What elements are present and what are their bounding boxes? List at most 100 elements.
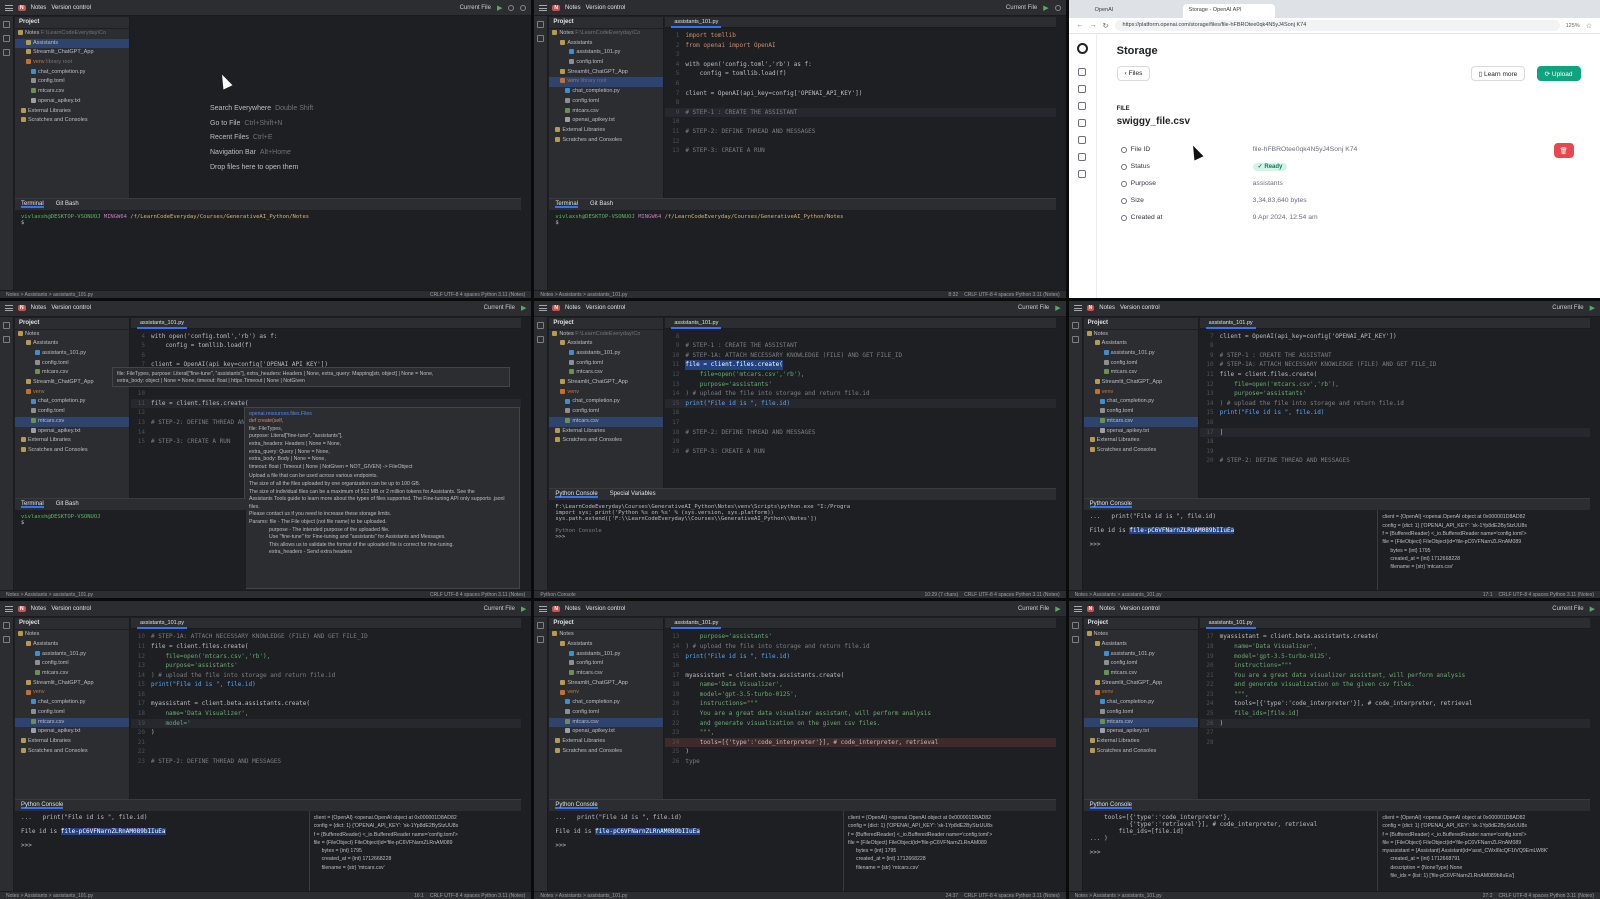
code-editor[interactable]: assistants_101.py 1 import tomllib 2 from … (665, 17, 1056, 198)
tree-config-2[interactable]: config.toml (549, 407, 663, 417)
tree-root[interactable]: Notes (1084, 330, 1198, 340)
tree-mtcars[interactable]: mtcars.csv (549, 107, 663, 117)
commit-icon[interactable] (3, 35, 10, 42)
assistants-icon[interactable] (1078, 85, 1087, 93)
variables-view[interactable]: client = {OpenAI} <openai.OpenAI object … (1377, 810, 1590, 892)
console-output[interactable]: ... print("File id is ", file.id) File i… (549, 811, 843, 892)
gitbash-tab[interactable]: Git Bash (590, 201, 613, 208)
openai-logo-icon[interactable] (1076, 43, 1088, 54)
run-config[interactable]: Current File (484, 305, 515, 311)
browser-tab-openai[interactable]: OpenAI (1088, 4, 1181, 18)
tree-assistants-file[interactable]: assistants_101.py (549, 650, 663, 660)
project-selector[interactable]: Notes (565, 305, 581, 311)
main-menu-icon[interactable] (539, 4, 548, 11)
vcs-selector[interactable]: Version control (586, 606, 626, 612)
tree-chat[interactable]: chat_completion.py (549, 397, 663, 407)
run-icon[interactable]: ▶ (521, 304, 526, 312)
usage-icon[interactable] (1078, 153, 1087, 161)
tree-mtcars-2[interactable]: mtcars.csv (15, 717, 129, 728)
run-config[interactable]: Current File (1018, 305, 1049, 311)
tree-apikey[interactable]: openai_apikey.txt (1084, 427, 1198, 437)
project-header[interactable]: Project (15, 618, 129, 631)
commit-icon[interactable] (537, 35, 545, 42)
vcs-selector[interactable]: Version control (586, 305, 626, 311)
vcs-selector[interactable]: Version control (1120, 606, 1160, 612)
run-config[interactable]: Current File (1018, 606, 1049, 612)
vcs-selector[interactable]: Version control (1120, 305, 1160, 311)
editor-tab[interactable]: assistants_101.py (671, 319, 722, 329)
tree-ext[interactable]: External Libraries (15, 107, 129, 117)
tree-ext[interactable]: External Libraries (549, 427, 663, 437)
tree-streamlit[interactable]: Streamlit_ChatGPT_App (1084, 378, 1198, 388)
tree-apikey[interactable]: openai_apikey.txt (15, 97, 129, 107)
tree-root[interactable]: Notes (549, 630, 663, 640)
gitbash-tab[interactable]: Git Bash (56, 501, 79, 508)
python-console-tab[interactable]: Python Console (1089, 802, 1133, 809)
python-console-tab[interactable]: Python Console (21, 802, 64, 809)
run-config[interactable]: Current File (1006, 5, 1037, 11)
tree-mtcars-2[interactable]: mtcars.csv (549, 717, 664, 728)
tree-config[interactable]: config.toml (15, 659, 129, 669)
project-selector[interactable]: Notes (31, 305, 47, 311)
documentation-popup[interactable]: openai.resources.files.Files def create(… (244, 406, 520, 589)
tree-venv[interactable]: venv (1084, 388, 1198, 398)
terminal-tab[interactable]: Terminal (555, 201, 579, 208)
tree-streamlit[interactable]: Streamlit_ChatGPT_App (15, 679, 129, 689)
learn-more-button[interactable]: ▯ Learn more (1470, 66, 1526, 81)
forward-icon[interactable]: → (1090, 22, 1097, 29)
tree-root[interactable]: Notes (15, 630, 129, 640)
tree-venv[interactable]: venv library root (15, 58, 129, 68)
terminal-output[interactable]: vivlaxsh@DESKTOP-VSONUOJ MINGW64 /f/Lear… (549, 210, 1055, 230)
tree-scratch[interactable]: Scratches and Consoles (549, 436, 663, 446)
tree-venv[interactable]: venv (15, 688, 129, 698)
tree-mtcars[interactable]: mtcars.csv (1084, 669, 1198, 679)
tree-scratch[interactable]: Scratches and Consoles (15, 116, 129, 126)
tree-assistants[interactable]: Assistants (1084, 640, 1198, 650)
variables-view[interactable]: client = {OpenAI} <openai.OpenAI object … (308, 810, 522, 892)
playground-icon[interactable] (1078, 68, 1087, 76)
main-menu-icon[interactable] (539, 605, 548, 612)
tree-config[interactable]: config.toml (1084, 359, 1198, 369)
tree-assistants-file[interactable]: assistants_101.py (549, 48, 663, 58)
run-icon[interactable]: ▶ (1043, 4, 1048, 12)
tree-ext[interactable]: External Libraries (549, 126, 663, 136)
tree-assistants-file[interactable]: assistants_101.py (1084, 650, 1198, 660)
vcs-selector[interactable]: Version control (51, 606, 91, 612)
run-config[interactable]: Current File (1552, 305, 1583, 311)
tree-streamlit[interactable]: Streamlit_ChatGPT_App (1084, 679, 1198, 689)
editor-tab[interactable]: assistants_101.py (1205, 620, 1256, 630)
run-config[interactable]: Current File (460, 5, 491, 11)
editor-tab[interactable]: assistants_101.py (137, 620, 188, 630)
python-console-tab[interactable]: Python Console (555, 491, 598, 499)
tree-mtcars[interactable]: mtcars.csv (549, 669, 663, 679)
settings-icon[interactable] (520, 4, 527, 11)
editor-tab[interactable]: assistants_101.py (671, 620, 722, 630)
tree-ext[interactable]: External Libraries (1084, 737, 1198, 747)
commit-icon[interactable] (537, 636, 545, 644)
main-menu-icon[interactable] (5, 305, 13, 312)
tree-apikey[interactable]: openai_apikey.txt (549, 727, 663, 737)
project-header[interactable]: Project (1083, 318, 1198, 330)
tree-config[interactable]: config.toml (549, 359, 663, 369)
tree-root[interactable]: Notes (15, 330, 129, 340)
vcs-selector[interactable]: Version control (51, 305, 91, 311)
tree-assistants[interactable]: Assistants (549, 640, 663, 650)
run-icon[interactable]: ▶ (1055, 605, 1060, 613)
back-icon[interactable]: ← (1077, 22, 1084, 29)
tree-config-2[interactable]: config.toml (15, 407, 129, 417)
project-selector[interactable]: Notes (565, 5, 581, 11)
gitbash-tab[interactable]: Git Bash (56, 201, 79, 208)
tree-mtcars[interactable]: mtcars.csv (1084, 368, 1198, 378)
commit-icon[interactable] (3, 335, 10, 343)
folder-icon[interactable] (1071, 321, 1079, 329)
settings-icon[interactable] (1078, 170, 1087, 178)
editor-tab[interactable]: assistants_101.py (137, 319, 188, 329)
variables-view[interactable]: client = {OpenAI} <openai.OpenAI object … (843, 810, 1056, 892)
tree-streamlit[interactable]: Streamlit_ChatGPT_App (549, 68, 663, 78)
tree-root[interactable]: Notes F:\LearnCodeEveryday\Co (549, 29, 663, 39)
tree-ext[interactable]: External Libraries (1084, 436, 1198, 446)
editor-tab[interactable]: assistants_101.py (1205, 319, 1256, 329)
tree-assistants-file[interactable]: assistants_101.py (15, 349, 129, 359)
tree-ext[interactable]: External Libraries (15, 737, 129, 747)
tree-config-2[interactable]: config.toml (1084, 407, 1198, 417)
